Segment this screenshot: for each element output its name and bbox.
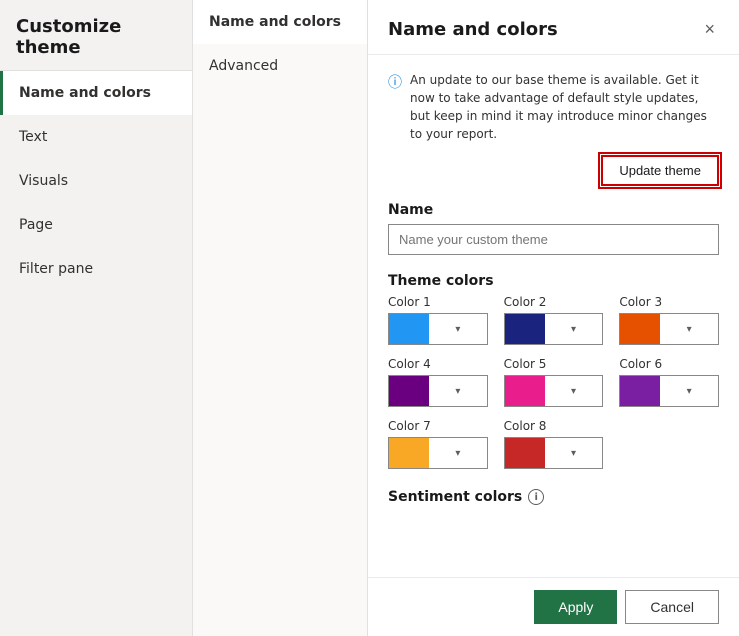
- color-8-dropdown[interactable]: ▾: [504, 437, 604, 469]
- sidebar-item-text[interactable]: Text: [0, 115, 192, 159]
- color-1-swatch: [389, 314, 429, 344]
- sidebar-title: Customize theme: [0, 0, 192, 71]
- color-2-dropdown[interactable]: ▾: [504, 313, 604, 345]
- center-panel: Name and colors Advanced: [193, 0, 368, 636]
- color-5-dropdown[interactable]: ▾: [504, 375, 604, 407]
- sidebar-item-name-and-colors[interactable]: Name and colors: [0, 71, 192, 115]
- color-3-dropdown[interactable]: ▾: [619, 313, 719, 345]
- color-4-label: Color 4: [388, 357, 488, 371]
- info-text: An update to our base theme is available…: [410, 73, 707, 141]
- color-3-label: Color 3: [619, 295, 719, 309]
- info-icon: ⓘ: [388, 72, 402, 92]
- theme-colors-label: Theme colors: [388, 273, 719, 289]
- sentiment-colors-label: Sentiment colors: [388, 489, 522, 505]
- tab-name-and-colors[interactable]: Name and colors: [193, 0, 367, 44]
- color-8-label: Color 8: [504, 419, 604, 433]
- name-label: Name: [388, 202, 719, 218]
- color-7-swatch: [389, 438, 429, 468]
- color-2-chevron-icon: ▾: [545, 324, 603, 335]
- color-item-2: Color 2 ▾: [504, 295, 604, 345]
- info-banner: ⓘ An update to our base theme is availab…: [388, 71, 719, 186]
- colors-grid: Color 1 ▾ Color 2 ▾ Color 3 ▾: [388, 295, 719, 469]
- color-4-swatch: [389, 376, 429, 406]
- main-panel: Name and colors × ⓘ An update to our bas…: [368, 0, 739, 636]
- sidebar: Customize theme Name and colors Text Vis…: [0, 0, 193, 636]
- color-8-chevron-icon: ▾: [545, 448, 603, 459]
- main-header: Name and colors ×: [368, 0, 739, 55]
- main-footer: Apply Cancel: [368, 577, 739, 636]
- color-item-1: Color 1 ▾: [388, 295, 488, 345]
- sidebar-item-filter-pane[interactable]: Filter pane: [0, 247, 192, 291]
- color-7-chevron-icon: ▾: [429, 448, 487, 459]
- sentiment-info-icon: i: [528, 489, 544, 505]
- sidebar-item-page[interactable]: Page: [0, 203, 192, 247]
- color-5-chevron-icon: ▾: [545, 386, 603, 397]
- color-item-7: Color 7 ▾: [388, 419, 488, 469]
- color-5-label: Color 5: [504, 357, 604, 371]
- color-6-dropdown[interactable]: ▾: [619, 375, 719, 407]
- sentiment-colors-section: Sentiment colors i: [388, 489, 719, 505]
- sidebar-item-visuals[interactable]: Visuals: [0, 159, 192, 203]
- main-title: Name and colors: [388, 19, 558, 40]
- color-item-8: Color 8 ▾: [504, 419, 604, 469]
- color-2-label: Color 2: [504, 295, 604, 309]
- color-8-swatch: [505, 438, 545, 468]
- color-6-chevron-icon: ▾: [660, 386, 718, 397]
- color-6-swatch: [620, 376, 660, 406]
- color-4-dropdown[interactable]: ▾: [388, 375, 488, 407]
- color-5-swatch: [505, 376, 545, 406]
- color-item-6: Color 6 ▾: [619, 357, 719, 407]
- apply-button[interactable]: Apply: [534, 590, 617, 624]
- tab-advanced[interactable]: Advanced: [193, 44, 367, 88]
- cancel-button[interactable]: Cancel: [625, 590, 719, 624]
- color-1-chevron-icon: ▾: [429, 324, 487, 335]
- color-3-swatch: [620, 314, 660, 344]
- main-body: ⓘ An update to our base theme is availab…: [368, 55, 739, 577]
- color-1-label: Color 1: [388, 295, 488, 309]
- color-7-label: Color 7: [388, 419, 488, 433]
- update-theme-button[interactable]: Update theme: [601, 155, 719, 186]
- color-7-dropdown[interactable]: ▾: [388, 437, 488, 469]
- color-6-label: Color 6: [619, 357, 719, 371]
- sidebar-navigation: Name and colors Text Visuals Page Filter…: [0, 71, 192, 291]
- color-item-4: Color 4 ▾: [388, 357, 488, 407]
- color-item-5: Color 5 ▾: [504, 357, 604, 407]
- color-1-dropdown[interactable]: ▾: [388, 313, 488, 345]
- color-4-chevron-icon: ▾: [429, 386, 487, 397]
- color-2-swatch: [505, 314, 545, 344]
- color-3-chevron-icon: ▾: [660, 324, 718, 335]
- theme-name-input[interactable]: [388, 224, 719, 255]
- color-item-3: Color 3 ▾: [619, 295, 719, 345]
- close-button[interactable]: ×: [700, 16, 719, 42]
